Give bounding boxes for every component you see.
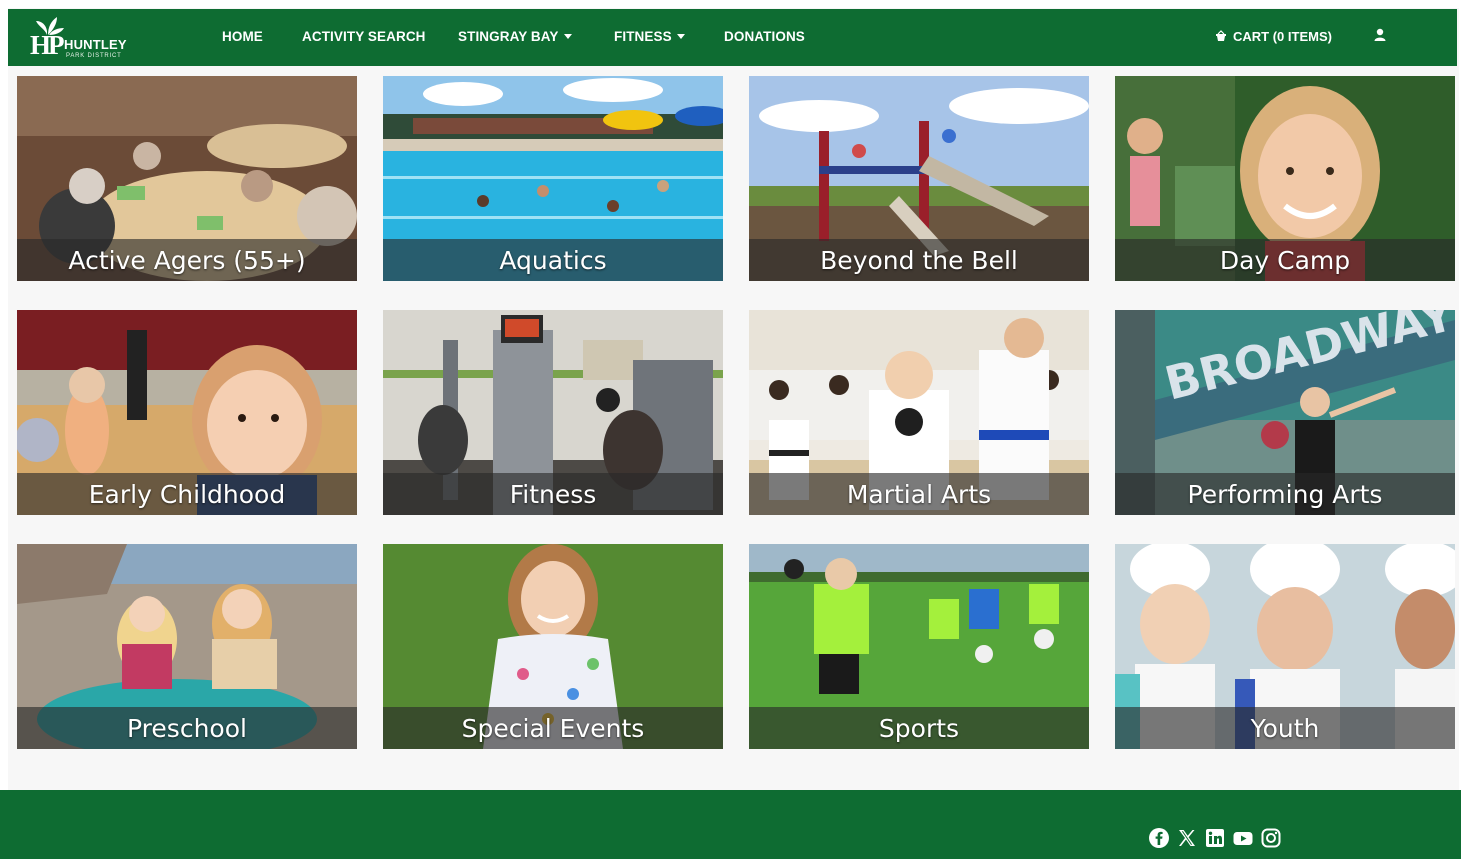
x-icon[interactable] [1176, 827, 1198, 849]
tile-aquatics[interactable]: Aquatics [383, 76, 723, 281]
nav-stingray-bay[interactable]: STINGRAY BAY [458, 29, 572, 44]
huntley-logo[interactable]: HP HUNTLEY PARK DISTRICT [30, 15, 140, 61]
tile-label: Aquatics [499, 246, 607, 275]
logo-initials: HP [30, 30, 64, 60]
footer [0, 790, 1461, 859]
tile-day-camp[interactable]: Day Camp [1115, 76, 1455, 281]
user-icon [1374, 28, 1386, 41]
top-navbar: HP HUNTLEY PARK DISTRICT HOME ACTIVITY S… [8, 9, 1457, 66]
tile-fitness[interactable]: Fitness [383, 310, 723, 515]
tile-label: Beyond the Bell [820, 246, 1018, 275]
logo-name: HUNTLEY [64, 37, 127, 52]
logo-subtitle: PARK DISTRICT [66, 53, 122, 59]
nav-fitness-label: FITNESS [614, 29, 672, 44]
tile-early-childhood[interactable]: Early Childhood [17, 310, 357, 515]
tile-label: Sports [878, 714, 960, 743]
tile-active-agers[interactable]: Active Agers (55+) [17, 76, 357, 281]
tile-special-events[interactable]: Special Events [383, 544, 723, 749]
tile-label: Day Camp [1219, 246, 1351, 275]
tile-beyond-the-bell[interactable]: Beyond the Bell [749, 76, 1089, 281]
tile-label: Active Agers (55+) [68, 246, 306, 275]
tile-label: Fitness [509, 480, 597, 509]
facebook-icon[interactable] [1148, 827, 1170, 849]
linkedin-icon[interactable] [1204, 827, 1226, 849]
tile-label: Preschool [127, 714, 247, 743]
nav-activity-search[interactable]: ACTIVITY SEARCH [302, 29, 426, 44]
nav-home[interactable]: HOME [222, 29, 263, 44]
tile-youth[interactable]: Youth [1115, 544, 1455, 749]
tile-label: Martial Arts [846, 480, 992, 509]
caret-down-icon [563, 34, 572, 39]
nav-stingray-bay-label: STINGRAY BAY [458, 29, 559, 44]
nav-fitness[interactable]: FITNESS [614, 29, 685, 44]
tile-label: Performing Arts [1187, 480, 1383, 509]
tile-label: Early Childhood [88, 480, 286, 509]
tile-performing-arts[interactable]: BROADWAY Performing Arts [1115, 310, 1455, 515]
tile-label: Special Events [461, 714, 645, 743]
cart-link[interactable]: CART (0 ITEMS) [1215, 29, 1332, 44]
youtube-icon[interactable] [1232, 827, 1254, 849]
instagram-icon[interactable] [1260, 827, 1282, 849]
cart-label: CART (0 ITEMS) [1233, 29, 1332, 44]
basket-icon [1216, 30, 1226, 41]
tile-preschool[interactable]: Preschool [17, 544, 357, 749]
tile-martial-arts[interactable]: Martial Arts [749, 310, 1089, 515]
tile-sports[interactable]: Sports [749, 544, 1089, 749]
tile-label: Youth [1250, 714, 1320, 743]
user-account-button[interactable] [1374, 28, 1386, 47]
nav-donations[interactable]: DONATIONS [724, 29, 805, 44]
caret-down-icon [676, 34, 685, 39]
